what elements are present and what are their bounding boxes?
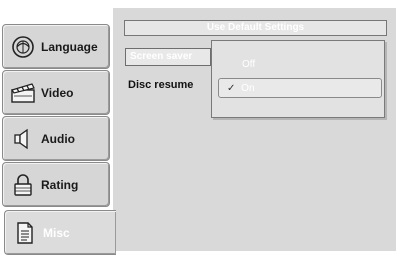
dropdown-option-on[interactable]: ✓ On: [218, 78, 382, 98]
sidebar-item-audio[interactable]: Audio: [2, 116, 110, 161]
sidebar: Language Video Audio Rating Misc: [0, 0, 116, 257]
sidebar-item-label: Rating: [41, 177, 79, 192]
sidebar-item-video[interactable]: Video: [2, 70, 110, 115]
dvd-setup-screen: Language Video Audio Rating Misc Use Def…: [0, 0, 396, 257]
use-default-settings-button[interactable]: Use Default Settings: [124, 20, 387, 36]
disc-resume-option[interactable]: Disc resume: [128, 79, 214, 95]
sidebar-item-rating[interactable]: Rating: [2, 162, 110, 207]
sidebar-item-language[interactable]: Language: [2, 24, 110, 69]
lock-icon: [9, 171, 37, 199]
checkmark-icon: ✓: [227, 83, 236, 94]
document-icon: [11, 219, 39, 247]
sidebar-item-label: Audio: [41, 131, 75, 146]
sidebar-item-label: Misc: [43, 225, 70, 240]
screen-saver-option[interactable]: Screen saver: [125, 48, 211, 66]
speaker-icon: [9, 125, 37, 153]
clapperboard-icon: [9, 79, 37, 107]
globe-icon: [9, 33, 37, 61]
option-label: Off: [242, 59, 256, 70]
screen-saver-dropdown: Off ✓ On: [211, 40, 385, 118]
sidebar-item-misc[interactable]: Misc: [4, 210, 116, 255]
sidebar-item-label: Video: [41, 85, 74, 100]
sidebar-item-label: Language: [41, 39, 98, 54]
dropdown-option-off[interactable]: Off: [218, 55, 384, 75]
option-label: On: [241, 83, 255, 94]
